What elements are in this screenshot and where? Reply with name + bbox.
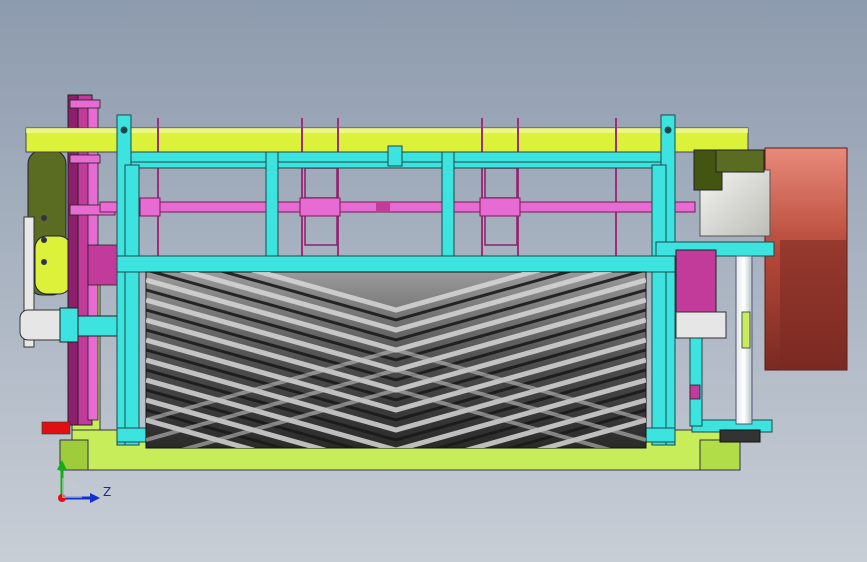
axis-label-z: Z	[103, 485, 112, 499]
top-beam[interactable]	[25, 127, 749, 153]
machine-model[interactable]	[0, 0, 867, 562]
cad-viewport[interactable]: Z	[0, 0, 867, 562]
motor[interactable]	[764, 147, 848, 371]
upper-shaft[interactable]	[99, 197, 696, 217]
